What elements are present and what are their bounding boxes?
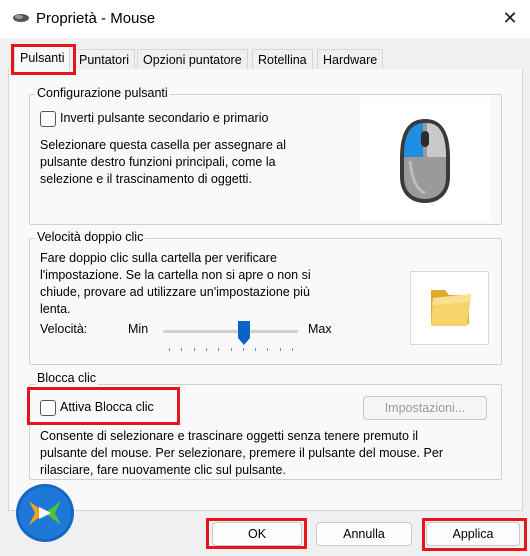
mouse-preview: [360, 97, 490, 220]
title-bar: Proprietà - Mouse ✕: [0, 0, 530, 38]
invert-buttons-label[interactable]: Inverti pulsante secondario e primario: [60, 111, 268, 125]
mouse-icon: [400, 119, 450, 203]
config-description: Selezionare questa casella per assegnare…: [40, 137, 286, 188]
clicklock-desc-line: pulsante del mouse. Per selezionare, pre…: [40, 446, 443, 460]
config-desc-line: Selezionare questa casella per assegnare…: [40, 138, 286, 152]
tab-rotellina[interactable]: Rotellina: [252, 49, 313, 70]
config-desc-line: pulsante destro funzioni principali, com…: [40, 155, 276, 169]
speed-desc-line: lenta.: [40, 302, 71, 316]
slider-tick: [230, 348, 232, 351]
slider-tick: [292, 348, 293, 351]
close-icon[interactable]: ✕: [498, 6, 522, 30]
config-group-title: Configurazione pulsanti: [35, 86, 170, 100]
speed-description: Fare doppio clic sulla cartella per veri…: [40, 250, 311, 318]
speed-slider-thumb[interactable]: [238, 321, 250, 346]
speed-label: Velocità:: [40, 322, 88, 336]
highlight-clicklock: [27, 387, 180, 425]
cancel-button[interactable]: Annulla: [316, 522, 412, 546]
invert-buttons-checkbox[interactable]: [40, 111, 56, 127]
tab-opzioni-puntatore[interactable]: Opzioni puntatore: [137, 49, 248, 70]
clicklock-desc-line: Consente di selezionare e trascinare ogg…: [40, 429, 418, 443]
highlight-tab-pulsanti: [11, 44, 76, 75]
clicklock-description: Consente di selezionare e trascinare ogg…: [40, 428, 443, 479]
test-folder[interactable]: [410, 271, 489, 345]
mouse-app-icon: [13, 14, 29, 22]
slider-tick: [169, 348, 170, 351]
window-title: Proprietà - Mouse: [36, 10, 156, 27]
speed-desc-line: l'impostazione. Se la cartella non si ap…: [40, 268, 311, 282]
slider-tick: [255, 348, 257, 351]
tab-puntatori[interactable]: Puntatori: [73, 49, 136, 70]
highlight-apply: [422, 518, 527, 551]
slider-tick: [193, 348, 195, 351]
slider-tick: [267, 348, 269, 351]
speed-group-title: Velocità doppio clic: [35, 230, 146, 244]
speed-max-label: Max: [308, 322, 332, 336]
speed-min-label: Min: [128, 322, 149, 336]
clicklock-group-title: Blocca clic: [35, 371, 99, 385]
slider-tick: [218, 348, 220, 351]
channel-logo: [16, 484, 74, 542]
highlight-ok: [206, 518, 307, 549]
speed-desc-line: chiude, provare ad utilizzare un'imposta…: [40, 285, 310, 299]
speed-desc-line: Fare doppio clic sulla cartella per veri…: [40, 251, 277, 265]
slider-tick: [279, 348, 281, 351]
config-desc-line: selezione e il trascinamento di oggetti.: [40, 172, 252, 186]
clicklock-settings-button[interactable]: Impostazioni...: [363, 396, 487, 420]
slider-tick: [205, 348, 207, 351]
slider-tick: [242, 348, 244, 351]
folder-icon: [431, 290, 471, 326]
slider-tick: [181, 348, 183, 351]
speed-slider-track[interactable]: [163, 330, 298, 333]
clicklock-desc-line: rilasciare, fare nuovamente clic sul pul…: [40, 463, 286, 477]
tab-hardware[interactable]: Hardware: [317, 49, 384, 70]
